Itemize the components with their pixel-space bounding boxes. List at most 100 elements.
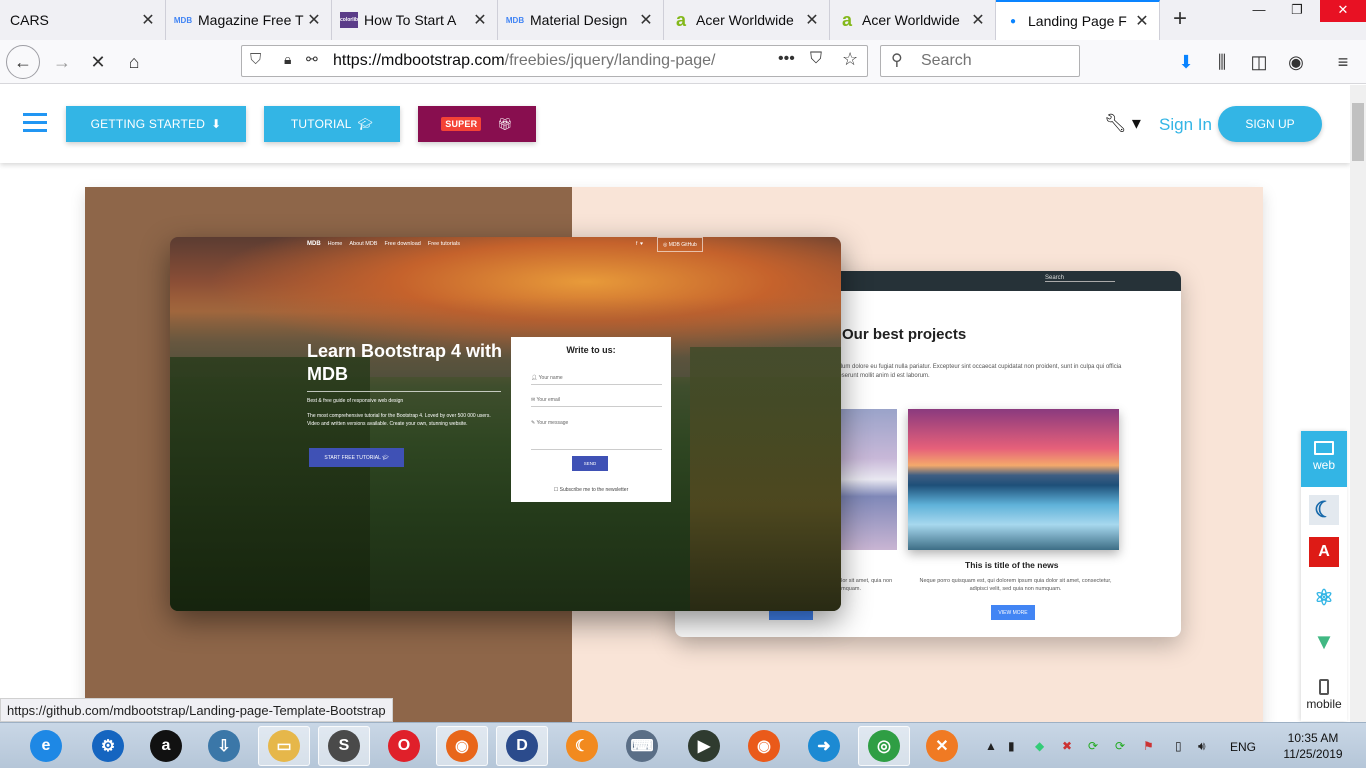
tutorial-button[interactable]: TUTORIAL 🎓︎ (264, 106, 400, 142)
pocket-icon[interactable]: ⛉ (810, 50, 822, 68)
volume-icon[interactable]: 🔊︎ (1198, 739, 1206, 754)
shield-icon[interactable]: ⛉ (250, 51, 261, 68)
sidebar-icon[interactable]: ◫ (1243, 46, 1275, 78)
network-icon[interactable]: ▮ (1008, 739, 1015, 753)
mobile-label: mobile (1306, 697, 1342, 711)
lock-icon[interactable]: 🔒︎ (284, 51, 291, 68)
name-field: 👤︎ Your name (531, 375, 662, 385)
tab-acer-1[interactable]: a Acer Worldwide ✕ (664, 0, 830, 40)
language-indicator[interactable]: ENG (1230, 740, 1256, 754)
vue-icon[interactable]: ▼ (1309, 627, 1339, 657)
menu-icon[interactable]: ≡ (1327, 46, 1359, 78)
url-text[interactable]: https://mdbootstrap.com/freebies/jquery/… (333, 52, 715, 70)
angular-icon[interactable]: A (1309, 537, 1339, 567)
permissions-icon[interactable]: ⚯ (306, 51, 318, 68)
tab-acer-2[interactable]: a Acer Worldwide ✕ (830, 0, 996, 40)
sign-in-link[interactable]: Sign In (1159, 115, 1212, 135)
back-button[interactable]: ← (6, 45, 40, 79)
xampp-taskbar-button[interactable]: ✕ (916, 726, 968, 766)
message-underline (531, 449, 662, 450)
preview-headline: Learn Bootstrap 4 with MDB (307, 341, 503, 384)
bluestacks-icon[interactable]: ◆ (1035, 739, 1044, 753)
close-icon[interactable]: ✕ (637, 10, 655, 30)
tray-sync-icon-2[interactable]: ⟳ (1115, 739, 1125, 753)
internet-explorer-taskbar-button[interactable]: e (20, 726, 72, 766)
clock[interactable]: 10:35 AM 11/25/2019 (1268, 730, 1358, 762)
super-button[interactable]: SUPER 🎁︎ (418, 106, 536, 142)
account-icon[interactable]: ◉ (1280, 46, 1312, 78)
opera-icon: O (388, 730, 420, 762)
share-taskbar-button[interactable]: ➜ (798, 726, 850, 766)
control-panel-taskbar-button[interactable]: ⚙ (82, 726, 134, 766)
clock-time: 10:35 AM (1287, 731, 1339, 745)
mdb-favicon-icon: MDB (173, 15, 193, 25)
firefox-taskbar-button[interactable]: ◉ (436, 726, 488, 766)
projects-title: Our best projects (842, 326, 967, 343)
firefox-alt-taskbar-button[interactable]: ◉ (738, 726, 790, 766)
control-panel-icon: ⚙ (92, 730, 124, 762)
library-icon[interactable]: ⫼ (1206, 46, 1238, 78)
show-hidden-icons-icon[interactable]: ▲ (985, 739, 997, 753)
scrollbar-thumb[interactable] (1352, 103, 1364, 161)
preview-nav-download: Free download (384, 241, 421, 247)
preview-landing-page[interactable]: MDB Home About MDB Free download Free tu… (170, 237, 841, 611)
acer-icon: a (675, 9, 686, 30)
preview-description: The most comprehensive tutorial for the … (307, 413, 491, 427)
mobile-tab[interactable]: mobile (1301, 679, 1347, 711)
wrench-dropdown-icon[interactable]: 🔧︎ ▾ (1104, 113, 1141, 134)
clock-date: 11/25/2019 (1283, 747, 1343, 761)
react-icon[interactable]: ⚛ (1309, 583, 1339, 613)
battery-icon[interactable]: ▯ (1175, 739, 1182, 753)
tab-material-design[interactable]: MDB Material Design ✕ (498, 0, 664, 40)
preview-nav-tutorials: Free tutorials (427, 241, 460, 247)
stop-button[interactable]: ✕ (82, 46, 114, 78)
tab-magazine[interactable]: MDB Magazine Free T ✕ (166, 0, 332, 40)
sublime-text-taskbar-button[interactable]: S (318, 726, 370, 766)
window-close-icon[interactable]: ✕ (1320, 0, 1366, 22)
preview-contact-form: Write to us: 👤︎ Your name ✉ Your email ✎… (511, 337, 671, 502)
close-icon[interactable]: ✕ (969, 10, 987, 30)
search-input[interactable]: ⚲ Search (880, 45, 1080, 77)
chrome-taskbar-button[interactable]: ◎ (858, 726, 910, 766)
hamburger-menu-icon[interactable] (23, 113, 47, 133)
page-actions-icon[interactable]: ••• (778, 50, 795, 68)
forward-button[interactable]: → (46, 46, 78, 78)
internet-explorer-icon: e (30, 730, 62, 762)
close-icon[interactable]: ✕ (803, 10, 821, 30)
minimize-icon[interactable]: — (1244, 0, 1274, 22)
jquery-icon[interactable]: ☾ (1309, 495, 1339, 525)
send-button: SEND (572, 456, 608, 471)
close-icon[interactable]: ✕ (139, 10, 157, 30)
web-tab[interactable]: web (1301, 431, 1347, 487)
downloads-icon[interactable]: ⬇ (1170, 46, 1202, 78)
uc-browser-taskbar-button[interactable]: ☾ (556, 726, 608, 766)
dev-cpp-taskbar-button[interactable]: D (496, 726, 548, 766)
python-installer-taskbar-button[interactable]: ⇩ (198, 726, 250, 766)
keyboard-taskbar-button[interactable]: ⌨ (616, 726, 668, 766)
gift-icon: 🎁︎ (497, 117, 513, 131)
tab-landing-page[interactable]: ● Landing Page F ✕ (996, 0, 1160, 40)
close-icon[interactable]: ✕ (471, 10, 489, 30)
bookmark-star-icon[interactable]: ☆ (842, 49, 858, 70)
new-tab-button[interactable]: + (1166, 6, 1194, 34)
tray-flag-icon[interactable]: ⚑ (1143, 739, 1154, 753)
url-bar[interactable]: ⛉ 🔒︎ ⚯ https://mdbootstrap.com/freebies/… (241, 45, 868, 77)
home-button[interactable]: ⌂ (118, 46, 150, 78)
tab-title: CARS (10, 12, 49, 28)
news-title: This is title of the news (965, 560, 1059, 570)
python-taskbar-button[interactable]: ▶ (678, 726, 730, 766)
close-icon[interactable]: ✕ (1133, 11, 1151, 31)
opera-taskbar-button[interactable]: O (378, 726, 430, 766)
tray-app-icon[interactable]: ✖ (1062, 739, 1072, 753)
file-explorer-taskbar-button[interactable]: ▭ (258, 726, 310, 766)
tab-title: Magazine Free T (198, 12, 304, 28)
tray-sync-icon[interactable]: ⟳ (1088, 739, 1098, 753)
sign-up-button[interactable]: SIGN UP (1218, 106, 1322, 142)
tab-cars[interactable]: CARS ✕ (0, 0, 166, 40)
getting-started-button[interactable]: GETTING STARTED ⬇ (66, 106, 246, 142)
tab-colorlib[interactable]: colorlib How To Start A ✕ (332, 0, 498, 40)
page-scrollbar[interactable] (1350, 85, 1366, 722)
amazon-taskbar-button[interactable]: a (140, 726, 192, 766)
restore-icon[interactable]: ❐ (1282, 0, 1312, 22)
close-icon[interactable]: ✕ (305, 10, 323, 30)
